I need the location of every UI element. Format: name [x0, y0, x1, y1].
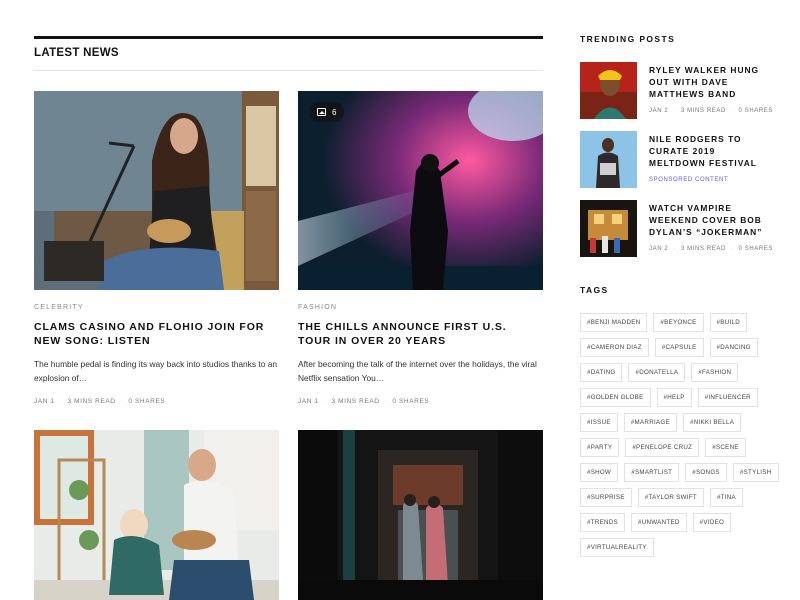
trending-post-meta: JAN 2 · 3 MINS READ · 0 SHARES: [649, 246, 773, 252]
tag-pill[interactable]: #PENELOPE CRUZ: [625, 438, 700, 457]
article-meta: JAN 1 · 3 MINS READ · 0 SHARES: [298, 398, 430, 405]
trending-post-meta: JAN 2 · 3 MINS READ · 0 SHARES: [649, 108, 773, 114]
article-date: JAN 1: [34, 398, 55, 405]
article-excerpt: The humble pedal is finding its way back…: [34, 359, 278, 383]
tag-pill[interactable]: #BUILD: [709, 313, 747, 332]
section-divider: [34, 36, 543, 39]
article-card[interactable]: [298, 430, 543, 600]
trending-thumb[interactable]: [580, 62, 637, 119]
article-date: JAN 1: [298, 398, 319, 405]
article-meta: JAN 1 · 3 MINS READ · 0 SHARES: [34, 398, 166, 405]
tag-pill[interactable]: #ISSUE: [580, 413, 618, 432]
tag-pill[interactable]: #FASHION: [691, 363, 739, 382]
tag-cloud: #BENJI MADDEN #BEYONCE #BUILD #CAMERON DIAZ…: [580, 313, 785, 557]
tag-pill[interactable]: #TAYLOR SWIFT: [637, 488, 704, 507]
gallery-count: 6: [332, 107, 337, 117]
article-title[interactable]: THE CHILLS ANNOUNCE FIRST U.S. TOUR IN O…: [298, 320, 543, 348]
tag-pill[interactable]: #NIKKI BELLA: [682, 413, 742, 432]
gallery-badge[interactable]: 6: [309, 102, 345, 122]
trending-post-title[interactable]: NILE RODGERS TO CURATE 2019 MELTDOWN FES…: [649, 133, 769, 169]
article-excerpt: After becoming the talk of the internet …: [298, 359, 537, 383]
trending-thumb[interactable]: [580, 200, 637, 257]
trending-shares: 0 SHARES: [738, 108, 773, 114]
tag-pill[interactable]: #PARTY: [580, 438, 620, 457]
trending-date: JAN 2: [649, 246, 669, 252]
tag-pill[interactable]: #SHOW: [580, 463, 619, 482]
tag-pill[interactable]: #HELP: [656, 388, 692, 407]
section-underline: [34, 70, 543, 71]
trending-post[interactable]: NILE RODGERS TO CURATE 2019 MELTDOWN FES…: [580, 131, 780, 189]
tag-pill[interactable]: #UNWANTED: [630, 513, 687, 532]
tag-pill[interactable]: #VIDEO: [692, 513, 732, 532]
trending-title: TRENDING POSTS: [580, 34, 676, 44]
sponsored-label[interactable]: SPONSORED CONTENT: [649, 177, 728, 183]
image-gallery-icon: [317, 108, 326, 116]
tag-pill[interactable]: #BENJI MADDEN: [580, 313, 648, 332]
tag-pill[interactable]: #CAPSULE: [654, 338, 704, 357]
article-read-time: 3 MINS READ: [331, 398, 380, 405]
tag-pill[interactable]: #STYLISH: [732, 463, 779, 482]
article-category[interactable]: FASHION: [298, 304, 543, 311]
article-card[interactable]: 6 FASHION THE CHILLS ANNOUNCE FIRST U.S.…: [298, 91, 543, 405]
tag-pill[interactable]: #DONATELLA: [628, 363, 686, 382]
article-shares: 0 SHARES: [128, 398, 166, 405]
article-title[interactable]: CLAMS CASINO AND FLOHIO JOIN FOR NEW SON…: [34, 320, 279, 348]
tags-title: TAGS: [580, 285, 609, 295]
tag-pill[interactable]: #DANCING: [709, 338, 758, 357]
tag-pill[interactable]: #TRENDS: [580, 513, 625, 532]
trending-date: JAN 2: [649, 108, 669, 114]
tag-pill[interactable]: #MARRIAGE: [623, 413, 677, 432]
section-title: LATEST NEWS: [34, 47, 119, 59]
trending-post-title[interactable]: RYLEY WALKER HUNG OUT WITH DAVE MATTHEWS…: [649, 64, 769, 100]
trending-read-time: 3 MINS READ: [680, 108, 726, 114]
trending-post-title[interactable]: WATCH VAMPIRE WEEKEND COVER BOB DYLAN’S …: [649, 202, 769, 238]
article-image[interactable]: [34, 430, 279, 600]
trending-post[interactable]: WATCH VAMPIRE WEEKEND COVER BOB DYLAN’S …: [580, 200, 780, 258]
article-shares: 0 SHARES: [392, 398, 430, 405]
trending-post[interactable]: RYLEY WALKER HUNG OUT WITH DAVE MATTHEWS…: [580, 62, 780, 120]
tag-pill[interactable]: #SONGS: [685, 463, 727, 482]
tag-pill[interactable]: #TINA: [709, 488, 743, 507]
tag-pill[interactable]: #VIRTUALREALITY: [580, 538, 654, 557]
tag-pill[interactable]: #BEYONCE: [653, 313, 704, 332]
article-image[interactable]: 6: [298, 91, 543, 290]
trending-shares: 0 SHARES: [738, 246, 773, 252]
tag-pill[interactable]: #INFLUENCER: [697, 388, 758, 407]
article-category[interactable]: CELEBRITY: [34, 304, 279, 311]
tag-pill[interactable]: #SCENE: [705, 438, 746, 457]
tag-pill[interactable]: #SURPRISE: [580, 488, 632, 507]
tag-pill[interactable]: #SMARTLIST: [624, 463, 680, 482]
trending-read-time: 3 MINS READ: [680, 246, 726, 252]
article-image[interactable]: [298, 430, 543, 600]
article-read-time: 3 MINS READ: [67, 398, 116, 405]
trending-thumb[interactable]: [580, 131, 637, 188]
tag-pill[interactable]: #DATING: [580, 363, 623, 382]
article-card[interactable]: [34, 430, 279, 600]
article-card[interactable]: CELEBRITY CLAMS CASINO AND FLOHIO JOIN F…: [34, 91, 279, 405]
article-image[interactable]: [34, 91, 279, 290]
tag-pill[interactable]: #GOLDEN GLOBE: [580, 388, 651, 407]
tag-pill[interactable]: #CAMERON DIAZ: [580, 338, 649, 357]
